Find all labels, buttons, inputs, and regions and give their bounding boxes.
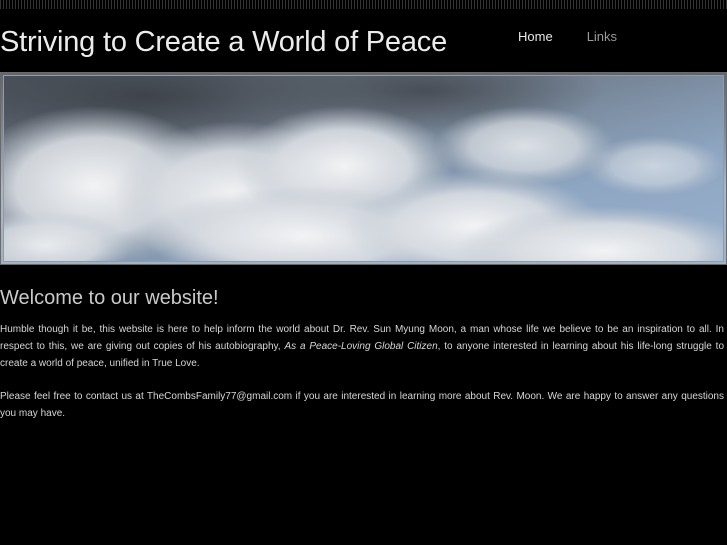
contact-paragraph: Please feel free to contact us at TheCom… [0, 391, 724, 419]
main-nav: Home Links [518, 29, 617, 45]
banner-image [0, 72, 727, 265]
nav-home-link[interactable]: Home [518, 29, 553, 45]
banner-image-frame [3, 75, 724, 262]
book-title: As a Peace-Loving Global Citizen [284, 341, 438, 352]
intro-paragraph: Humble though it be, this website is her… [0, 321, 724, 372]
page: Striving to Create a World of Peace Home… [0, 0, 727, 545]
welcome-heading: Welcome to our website! [0, 287, 219, 309]
nav-links-link[interactable]: Links [587, 29, 617, 45]
top-decorative-strip [0, 0, 727, 9]
cloudy-sky-illustration [4, 76, 723, 261]
site-title[interactable]: Striving to Create a World of Peace [0, 22, 447, 62]
